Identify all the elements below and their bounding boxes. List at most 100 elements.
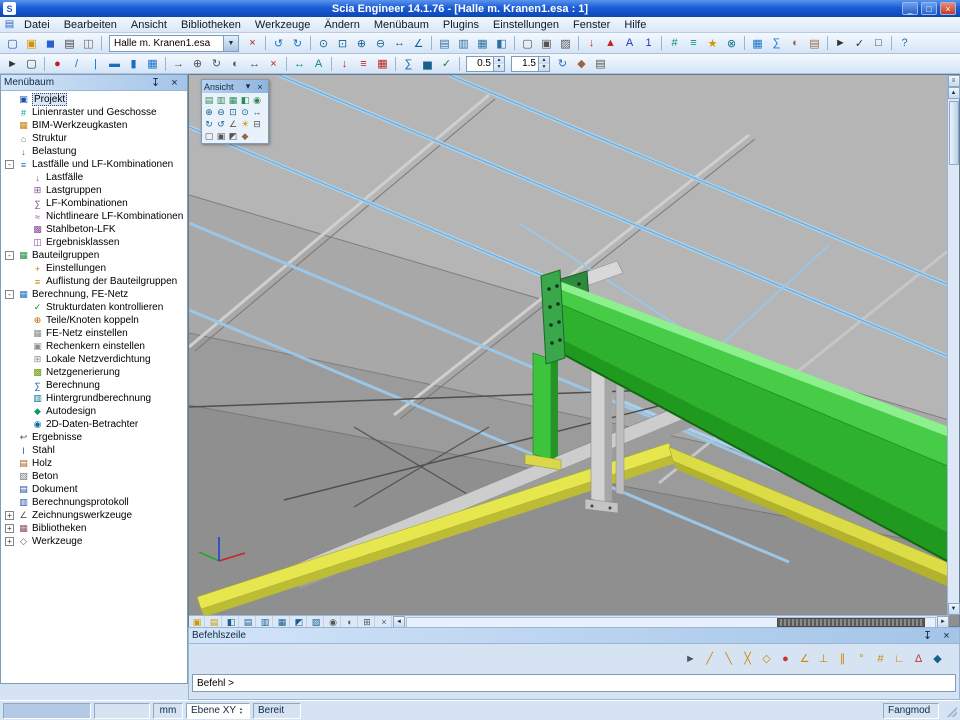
selection-arrow-icon[interactable]: ► xyxy=(832,35,849,51)
tree-item-ergebnisse[interactable]: ↩Ergebnisse xyxy=(1,431,187,444)
menu-hilfe[interactable]: Hilfe xyxy=(617,18,653,32)
snap-settings-icon[interactable]: ◆ xyxy=(929,651,946,667)
tree-item-lastgruppen[interactable]: ⊞Lastgruppen xyxy=(1,184,187,197)
pan-icon[interactable]: ↔ xyxy=(251,106,263,118)
tree-item-berechnungsprotokoll[interactable]: ▥Berechnungsprotokoll xyxy=(1,496,187,509)
new-node-icon[interactable]: ● xyxy=(49,56,66,72)
layers-icon[interactable]: ≡ xyxy=(685,35,702,51)
document-selector-combo[interactable]: Halle m. Kranen1.esa ▼ xyxy=(109,35,239,52)
tree-item-belastung[interactable]: ↓Belastung xyxy=(1,145,187,158)
close-button-icon[interactable]: × xyxy=(940,2,956,15)
hidden-line-mode-icon[interactable]: ▨ xyxy=(557,35,574,51)
document-view-icon[interactable]: ▤ xyxy=(806,35,823,51)
tree-item-stahlbeton-lfk[interactable]: ▩Stahlbeton-LFK xyxy=(1,223,187,236)
zoom-in-icon[interactable]: ⊕ xyxy=(203,106,215,118)
unselect-all-icon[interactable]: □ xyxy=(870,35,887,51)
vertical-scroll-thumb[interactable] xyxy=(949,101,959,165)
undo-icon[interactable]: ↺ xyxy=(270,35,287,51)
print-icon[interactable]: ▤ xyxy=(61,35,78,51)
surface-load-icon[interactable]: ▦ xyxy=(374,56,391,72)
scroll-up-button[interactable]: ▲ xyxy=(948,87,960,99)
spin-up-icon[interactable]: ▲ xyxy=(539,57,549,64)
menu-fenster[interactable]: Fenster xyxy=(566,18,617,32)
expand-icon[interactable]: + xyxy=(5,524,14,533)
picture-gallery-icon[interactable]: ◐ xyxy=(787,35,804,51)
tree-item-lastf-lle[interactable]: ↓Lastfälle xyxy=(1,171,187,184)
close-document-icon[interactable]: × xyxy=(244,35,261,51)
line-load-icon[interactable]: ≡ xyxy=(355,56,372,72)
snap-endpoint-icon[interactable]: ╲ xyxy=(720,651,737,667)
snap-midpoint-icon[interactable]: ◇ xyxy=(758,651,775,667)
split-view-button[interactable]: ≡ xyxy=(948,75,960,87)
tree-item-teile-knoten-koppeln[interactable]: ⊕Teile/Knoten koppeln xyxy=(1,314,187,327)
show-labels-icon[interactable]: A xyxy=(621,35,638,51)
snap-intersection-icon[interactable]: ╳ xyxy=(739,651,756,667)
horizontal-scroll-thumb[interactable] xyxy=(777,618,925,627)
marquee-select-icon[interactable]: ▢ xyxy=(23,56,40,72)
axonometric-view-icon[interactable]: ◧ xyxy=(493,35,510,51)
pin-button-icon[interactable]: ↧ xyxy=(919,628,936,644)
pin-button-icon[interactable]: ↧ xyxy=(147,75,164,91)
redo-icon[interactable]: ↻ xyxy=(289,35,306,51)
menu-plugins[interactable]: Plugins xyxy=(436,18,486,32)
snap-line-icon[interactable]: ╱ xyxy=(701,651,718,667)
refresh-icon[interactable]: ↻ xyxy=(554,56,571,72)
tree-item-fe-netz-einstellen[interactable]: ▦FE-Netz einstellen xyxy=(1,327,187,340)
working-plane-selector[interactable]: Ebene XY ▲▼ xyxy=(186,703,250,719)
tree-item-bauteilgruppen[interactable]: -▦Bauteilgruppen xyxy=(1,249,187,262)
wireframe-icon[interactable]: ▢ xyxy=(203,130,215,142)
load-scale-stepper[interactable]: ▲▼ xyxy=(466,56,505,72)
tree-item-lf-kombinationen[interactable]: ∑LF-Kombinationen xyxy=(1,197,187,210)
collapse-icon[interactable]: - xyxy=(5,290,14,299)
wireframe-mode-icon[interactable]: ▢ xyxy=(519,35,536,51)
tree-item-holz[interactable]: ▤Holz xyxy=(1,457,187,470)
view-side-icon[interactable]: ▦ xyxy=(227,94,239,106)
restore-button-icon[interactable]: □ xyxy=(921,2,937,15)
chevron-down-icon[interactable]: ▼ xyxy=(223,36,238,51)
ansicht-toolbar-header[interactable]: Ansicht ▾× xyxy=(202,80,268,93)
new-wall-icon[interactable]: ▮ xyxy=(125,56,142,72)
tree-item-strukturdaten-kontrollieren[interactable]: ✓Strukturdaten kontrollieren xyxy=(1,301,187,314)
show-loads-icon[interactable]: ↓ xyxy=(583,35,600,51)
zoom-window-icon[interactable]: ⊡ xyxy=(227,106,239,118)
menu-bearbeiten[interactable]: Bearbeiten xyxy=(57,18,124,32)
tree-item-2d-daten-betrachter[interactable]: ◉2D-Daten-Betrachter xyxy=(1,418,187,431)
snap-ortho-icon[interactable]: ∟ xyxy=(891,651,908,667)
snap-mode-indicator[interactable]: Fangmod xyxy=(883,703,939,719)
clip-icon[interactable]: ⊟ xyxy=(251,118,263,130)
tree-item-berechnung[interactable]: ∑Berechnung xyxy=(1,379,187,392)
snap-node-icon[interactable]: ● xyxy=(777,651,794,667)
rotate-icon[interactable]: ↻ xyxy=(208,56,225,72)
horizontal-scroll-track[interactable] xyxy=(406,617,936,628)
spin-up-icon[interactable]: ▲ xyxy=(494,57,504,64)
zoom-all-icon[interactable]: ⊙ xyxy=(239,106,251,118)
table-input-icon[interactable]: ▦ xyxy=(749,35,766,51)
close-toolbar-button-icon[interactable]: × xyxy=(254,81,266,93)
units-indicator[interactable]: mm xyxy=(153,703,183,719)
tree-item-berechnung-fe-netz[interactable]: -▦Berechnung, FE-Netz xyxy=(1,288,187,301)
tree-item-auflistung-der-bauteilgruppen[interactable]: ≡Auflistung der Bauteilgruppen xyxy=(1,275,187,288)
select-cursor-icon[interactable]: ► xyxy=(4,56,21,72)
close-panel-button-icon[interactable]: × xyxy=(938,628,955,644)
view-named-icon[interactable]: ◉ xyxy=(251,94,263,106)
snap-cursor-icon[interactable]: ► xyxy=(682,651,699,667)
tree-item-rechenkern-einstellen[interactable]: ▣Rechenkern einstellen xyxy=(1,340,187,353)
move-icon[interactable]: → xyxy=(170,56,187,72)
snap-length-icon[interactable]: Δ xyxy=(910,651,927,667)
command-input[interactable] xyxy=(192,674,956,692)
tree-item-ergebnisklassen[interactable]: ◫Ergebnisklassen xyxy=(1,236,187,249)
spin-down-icon[interactable]: ▼ xyxy=(539,64,549,71)
menu-werkzeuge[interactable]: Werkzeuge xyxy=(248,18,317,32)
spin-down-icon[interactable]: ▼ xyxy=(494,64,504,71)
load-scale-input[interactable] xyxy=(467,57,493,71)
delete-icon[interactable]: × xyxy=(265,56,282,72)
light-icon[interactable]: ☀ xyxy=(239,118,251,130)
display-scale-input[interactable] xyxy=(512,57,538,71)
select-by-property-icon[interactable]: ✓ xyxy=(851,35,868,51)
rotate-icon[interactable]: ↻ xyxy=(203,118,215,130)
plane-spinner[interactable]: ▲▼ xyxy=(239,707,243,715)
tree-item-bim-werkzeugkasten[interactable]: ▦BIM-Werkzeugkasten xyxy=(1,119,187,132)
menu-datei[interactable]: Datei xyxy=(17,18,57,32)
snap-perpendicular-icon[interactable]: ⊥ xyxy=(815,651,832,667)
tree-item-projekt[interactable]: ▣Projekt xyxy=(1,93,187,106)
